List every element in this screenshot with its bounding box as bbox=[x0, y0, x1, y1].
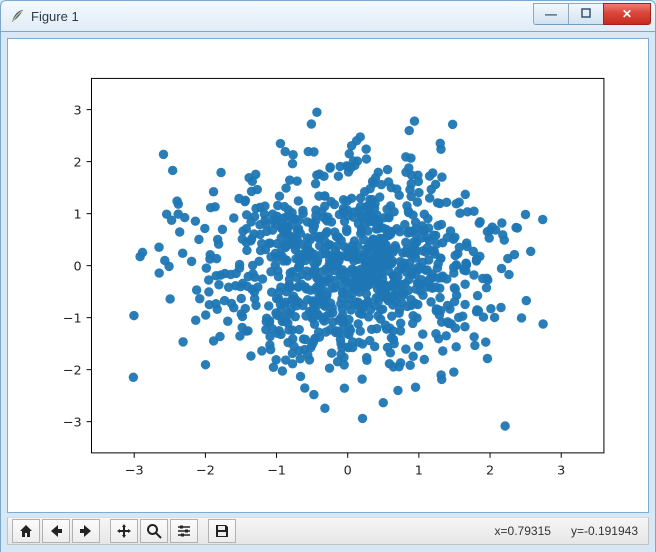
forward-button[interactable] bbox=[72, 519, 100, 543]
svg-text:0: 0 bbox=[344, 464, 352, 479]
coord-y: y=-0.191943 bbox=[571, 524, 638, 538]
svg-text:1: 1 bbox=[415, 464, 423, 479]
maximize-button[interactable] bbox=[568, 3, 604, 25]
arrow-left-icon bbox=[48, 523, 64, 539]
svg-text:0: 0 bbox=[73, 260, 81, 275]
minimize-button[interactable]: — bbox=[533, 3, 569, 25]
client-area: −3 −2 −1 0 1 2 3 −3 −2 −1 0 1 2 3 bbox=[0, 32, 656, 552]
save-icon bbox=[214, 523, 230, 539]
svg-text:2: 2 bbox=[486, 464, 494, 479]
window-title: Figure 1 bbox=[31, 9, 79, 24]
tk-feather-icon bbox=[9, 8, 25, 24]
cursor-coordinates: x=0.79315 y=-0.191943 bbox=[495, 524, 644, 538]
magnify-icon bbox=[146, 523, 162, 539]
close-button[interactable]: ✕ bbox=[603, 3, 651, 25]
arrow-right-icon bbox=[78, 523, 94, 539]
minimize-icon: — bbox=[545, 8, 557, 20]
coord-x: x=0.79315 bbox=[495, 524, 551, 538]
figure-canvas[interactable]: −3 −2 −1 0 1 2 3 −3 −2 −1 0 1 2 3 bbox=[7, 38, 649, 513]
svg-text:2: 2 bbox=[73, 156, 81, 171]
svg-text:−1: −1 bbox=[267, 464, 286, 479]
window-controls: — ✕ bbox=[534, 3, 651, 25]
scatter-plot: −3 −2 −1 0 1 2 3 −3 −2 −1 0 1 2 3 bbox=[8, 39, 648, 512]
pan-button[interactable] bbox=[110, 519, 138, 543]
svg-text:−2: −2 bbox=[63, 364, 82, 379]
svg-text:−3: −3 bbox=[63, 416, 82, 431]
svg-text:3: 3 bbox=[557, 464, 565, 479]
move-icon bbox=[116, 523, 132, 539]
home-icon bbox=[18, 523, 34, 539]
svg-text:−3: −3 bbox=[125, 464, 144, 479]
close-icon: ✕ bbox=[622, 8, 632, 20]
home-button[interactable] bbox=[12, 519, 40, 543]
svg-text:3: 3 bbox=[73, 104, 81, 119]
svg-text:1: 1 bbox=[73, 208, 81, 223]
sliders-icon bbox=[176, 523, 192, 539]
matplotlib-toolbar: x=0.79315 y=-0.191943 bbox=[7, 517, 649, 545]
svg-text:−1: −1 bbox=[63, 312, 82, 327]
zoom-button[interactable] bbox=[140, 519, 168, 543]
configure-button[interactable] bbox=[170, 519, 198, 543]
save-button[interactable] bbox=[208, 519, 236, 543]
maximize-icon bbox=[581, 8, 591, 20]
titlebar: Figure 1 — ✕ bbox=[0, 0, 656, 32]
svg-text:−2: −2 bbox=[196, 464, 215, 479]
back-button[interactable] bbox=[42, 519, 70, 543]
